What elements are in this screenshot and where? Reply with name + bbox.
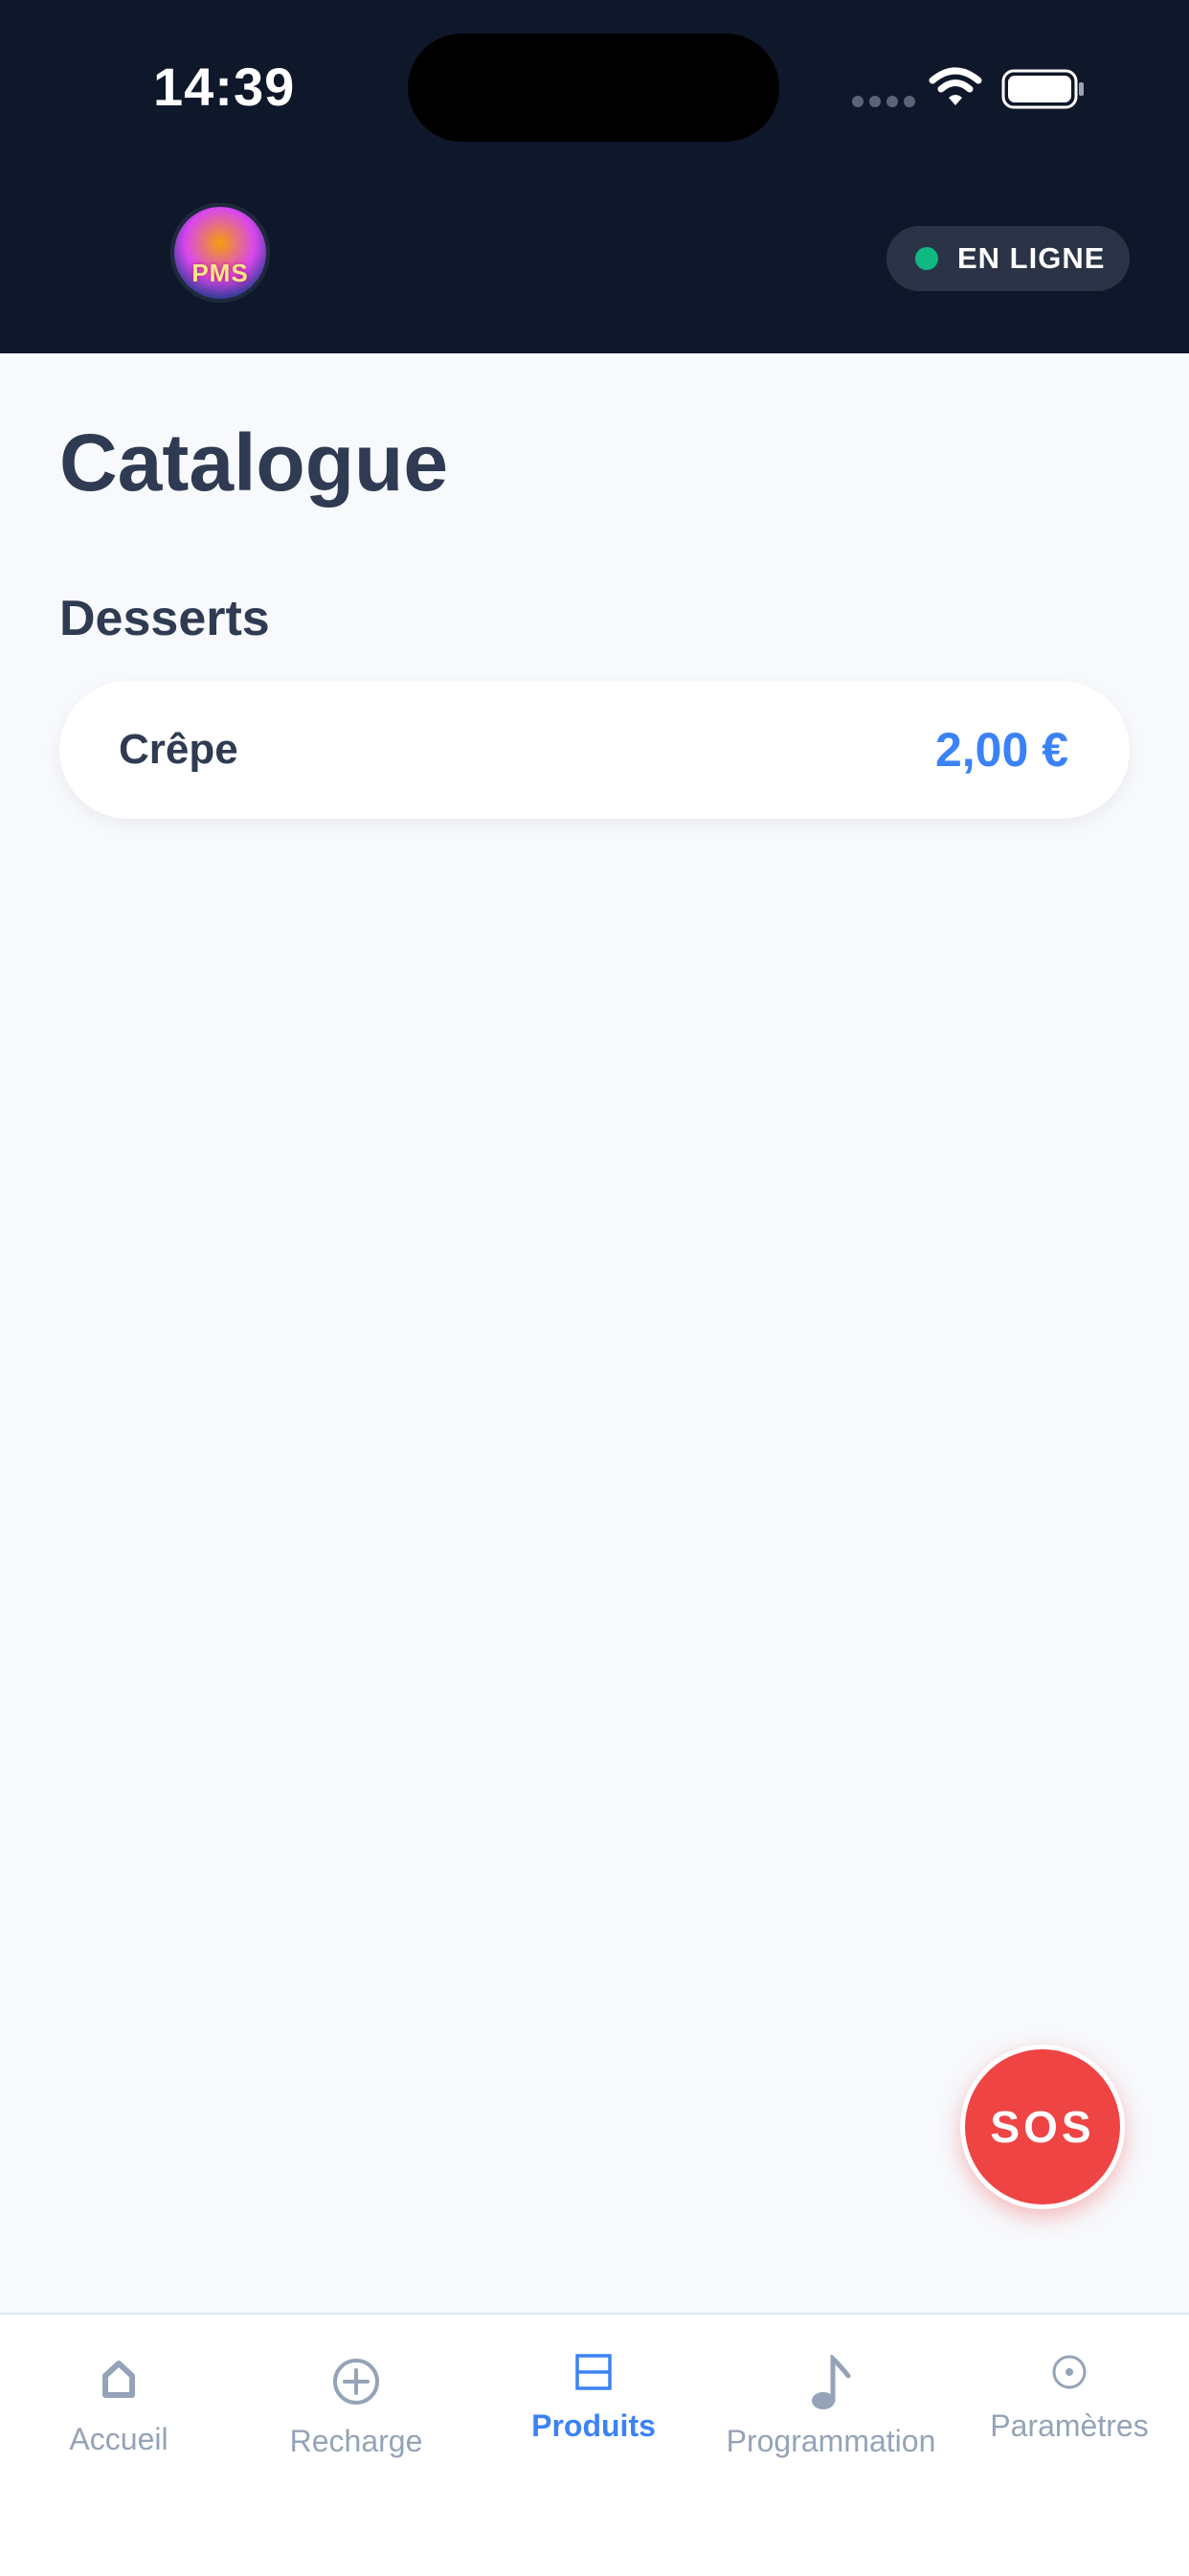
nav-label-programmation: Programmation — [726, 2424, 936, 2458]
section-title-desserts: Desserts — [59, 591, 270, 646]
nav-label-produits: Produits — [531, 2408, 656, 2443]
nav-item-recharge[interactable]: Recharge — [237, 2315, 475, 2506]
nav-item-parametres[interactable]: Paramètres — [950, 2315, 1189, 2506]
online-dot-icon — [915, 247, 938, 270]
nav-label-recharge: Recharge — [289, 2424, 423, 2458]
connection-status-badge: EN LIGNE — [886, 226, 1130, 291]
bottom-navigation: Accueil Recharge Produits Programmation — [0, 2313, 1189, 2576]
connection-status-label: EN LIGNE — [957, 241, 1106, 275]
status-time: 14:39 — [153, 56, 296, 117]
page-title: Catalogue — [59, 418, 449, 508]
home-icon — [0, 2357, 237, 2399]
logo-text: PMS — [191, 259, 249, 287]
festival-logo: PMS — [170, 203, 270, 303]
nav-item-produits[interactable]: Produits — [475, 2315, 712, 2506]
wifi-icon — [929, 67, 982, 105]
app-header: 14:39 PMS EN LIGNE — [0, 0, 1189, 353]
product-card[interactable]: Crêpe 2,00 € — [59, 681, 1130, 819]
product-name: Crêpe — [119, 726, 238, 773]
settings-circle-icon — [950, 2353, 1189, 2391]
battery-icon — [1001, 69, 1084, 109]
product-price: 2,00 € — [934, 723, 1068, 777]
sos-button[interactable]: SOS — [960, 2045, 1125, 2209]
products-icon — [475, 2353, 712, 2391]
music-note-icon — [712, 2355, 950, 2412]
nav-label-accueil: Accueil — [69, 2422, 168, 2456]
dynamic-island — [408, 34, 779, 142]
nav-item-accueil[interactable]: Accueil — [0, 2315, 237, 2506]
cellular-signal-icon — [852, 96, 915, 107]
nav-item-programmation[interactable]: Programmation — [712, 2315, 950, 2506]
plus-circle-icon — [237, 2357, 475, 2407]
sos-label: SOS — [990, 2102, 1095, 2152]
nav-label-parametres: Paramètres — [990, 2408, 1149, 2443]
